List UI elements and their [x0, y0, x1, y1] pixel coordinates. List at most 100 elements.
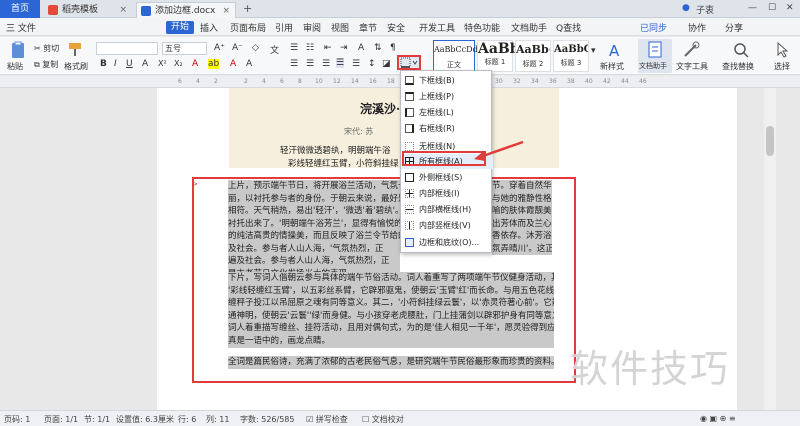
user-avatar-icon[interactable]: ●	[682, 3, 690, 13]
text-tools-icon[interactable]	[682, 41, 700, 59]
menu-inside-borders[interactable]: 内部框线(I)	[401, 186, 493, 201]
tab-document[interactable]: 添加边框.docx ×	[136, 2, 236, 18]
status-pages: 页面: 1/1	[44, 415, 79, 424]
menu-chapter[interactable]: 章节	[359, 21, 377, 34]
menu-inside-vertical[interactable]: 内部竖框线(V)	[401, 218, 493, 233]
border-button[interactable]	[397, 55, 421, 70]
cut-button[interactable]: ✂ 剪切	[34, 43, 59, 54]
paste-icon[interactable]	[9, 41, 27, 59]
show-marks-icon[interactable]: ¶	[390, 43, 396, 53]
style-normal[interactable]: AaBbCcDd 正文	[433, 40, 478, 72]
menu-left-border[interactable]: 左框线(L)	[401, 105, 493, 120]
select-button[interactable]: 选择	[774, 61, 790, 72]
new-style-button[interactable]: 新样式	[600, 61, 624, 72]
tab-bar: 首页 稻壳模板 × 添加边框.docx × + ● 子衷 — ☐ ✕	[0, 0, 800, 18]
menu-borders-shading[interactable]: 边框和底纹(O)...	[401, 235, 493, 250]
status-page: 页码: 1	[4, 415, 31, 424]
menu-reference[interactable]: 引用	[275, 21, 293, 34]
user-name[interactable]: 子衷	[696, 3, 714, 16]
new-tab-button[interactable]: +	[243, 2, 252, 15]
minimize-icon[interactable]: —	[748, 3, 757, 13]
menu-outside-borders[interactable]: 外侧框线(S)	[401, 170, 493, 185]
shading-icon[interactable]: ◪	[382, 59, 391, 69]
menu-insert[interactable]: 插入	[200, 21, 218, 34]
grow-font-icon[interactable]: A⁺	[214, 43, 225, 53]
new-style-icon[interactable]: A	[607, 41, 625, 59]
tab-home[interactable]: 首页	[0, 0, 40, 18]
sync-status[interactable]: 已同步	[640, 21, 667, 34]
menu-view[interactable]: 视图	[331, 21, 349, 34]
format-painter-button[interactable]: 格式刷	[64, 61, 88, 72]
maximize-icon[interactable]: ☐	[768, 3, 776, 13]
menu-right-border[interactable]: 右框线(R)	[401, 121, 493, 136]
shrink-font-icon[interactable]: A⁻	[232, 43, 243, 53]
scrollbar-thumb[interactable]	[766, 126, 774, 156]
menu-features[interactable]: 特色功能	[464, 21, 500, 34]
tab-template[interactable]: 稻壳模板 ×	[44, 2, 132, 18]
clear-format-icon[interactable]: ◇	[252, 43, 259, 53]
find-replace-icon[interactable]	[732, 41, 750, 59]
subscript-icon[interactable]: X₂	[174, 59, 183, 68]
style-heading-2[interactable]: AaBb( 标题 2	[515, 40, 551, 72]
style-heading-3-label: 标题 3	[560, 59, 582, 67]
superscript-icon[interactable]: X²	[158, 59, 167, 68]
text-tools-button[interactable]: 文字工具	[676, 61, 708, 72]
close-icon[interactable]: ×	[222, 3, 230, 19]
align-center-icon[interactable]: ☰	[306, 59, 314, 69]
numbered-list-icon[interactable]: ☷	[306, 43, 314, 53]
increase-indent-icon[interactable]: ⇥	[340, 43, 348, 53]
text-color-icon[interactable]: A	[230, 59, 236, 69]
doc-assistant-button[interactable]: 文档助手	[638, 39, 672, 73]
menu-start[interactable]: 开始	[166, 21, 194, 34]
font-color-icon[interactable]: A	[192, 59, 198, 69]
phonetic-icon[interactable]: 文	[270, 43, 279, 56]
close-icon[interactable]: ×	[119, 2, 127, 18]
paste-button[interactable]: 粘贴	[7, 61, 23, 72]
chinese-layout-icon[interactable]: A	[358, 43, 364, 53]
menu-doc-assistant[interactable]: 文档助手	[511, 21, 547, 34]
doc-assistant-icon	[648, 41, 662, 58]
proofread-button[interactable]: ☐ 文档校对	[362, 414, 404, 425]
menu-find[interactable]: Q查找	[556, 21, 581, 34]
bold-icon[interactable]: B	[100, 59, 107, 69]
share-button[interactable]: 分享	[725, 21, 743, 34]
menu-inside-horizontal[interactable]: 内部横框线(H)	[401, 202, 493, 217]
underline-icon[interactable]: U	[126, 59, 133, 69]
view-mode-icons[interactable]: ◉ ▣ ⊕ ≡	[700, 414, 736, 423]
copy-button[interactable]: ⧉ 复制	[34, 59, 58, 70]
status-words[interactable]: 字数: 526/585	[240, 414, 294, 425]
spell-check-button[interactable]: ☑ 拼写检查	[306, 414, 348, 425]
menu-security[interactable]: 安全	[387, 21, 405, 34]
style-heading-3[interactable]: AaBbC 标题 3	[553, 40, 589, 72]
format-painter-icon[interactable]	[67, 41, 83, 57]
find-replace-button[interactable]: 查找替换	[722, 61, 754, 72]
select-icon[interactable]	[774, 41, 792, 59]
font-size-select[interactable]: 五号	[162, 42, 207, 55]
vertical-scrollbar[interactable]	[764, 88, 776, 410]
style-heading-1[interactable]: AaBb 标题 1	[477, 40, 520, 72]
justify-icon[interactable]: ☰	[336, 58, 345, 68]
menu-layout[interactable]: 页面布局	[230, 21, 266, 34]
align-left-icon[interactable]: ☰	[290, 59, 298, 69]
strikethrough-icon[interactable]: A	[142, 59, 148, 69]
menu-bottom-border[interactable]: 下框线(B)	[401, 73, 493, 88]
window-close-icon[interactable]: ✕	[786, 3, 794, 13]
menu-review[interactable]: 审阅	[303, 21, 321, 34]
ruler-tick: 14	[351, 78, 359, 85]
decrease-indent-icon[interactable]: ⇤	[324, 43, 332, 53]
sort-icon[interactable]: ⇅	[374, 43, 382, 53]
italic-icon[interactable]: I	[114, 59, 117, 69]
distribute-icon[interactable]: ☰	[352, 59, 360, 69]
menu-top-border[interactable]: 上框线(P)	[401, 89, 493, 104]
bullet-list-icon[interactable]: ☰	[290, 43, 298, 53]
style-expand-icon[interactable]: ▾	[591, 46, 596, 56]
menu-file[interactable]: 三 文件	[6, 21, 36, 34]
highlight-icon[interactable]: ab	[208, 59, 220, 69]
line-spacing-icon[interactable]: ↕	[368, 59, 376, 69]
char-border-icon[interactable]: A	[246, 59, 252, 69]
font-name-select[interactable]	[96, 42, 158, 55]
align-right-icon[interactable]: ☰	[322, 59, 330, 69]
borders-shading-icon	[405, 238, 414, 247]
collaborate-button[interactable]: 协作	[688, 21, 706, 34]
menu-developer[interactable]: 开发工具	[419, 21, 455, 34]
